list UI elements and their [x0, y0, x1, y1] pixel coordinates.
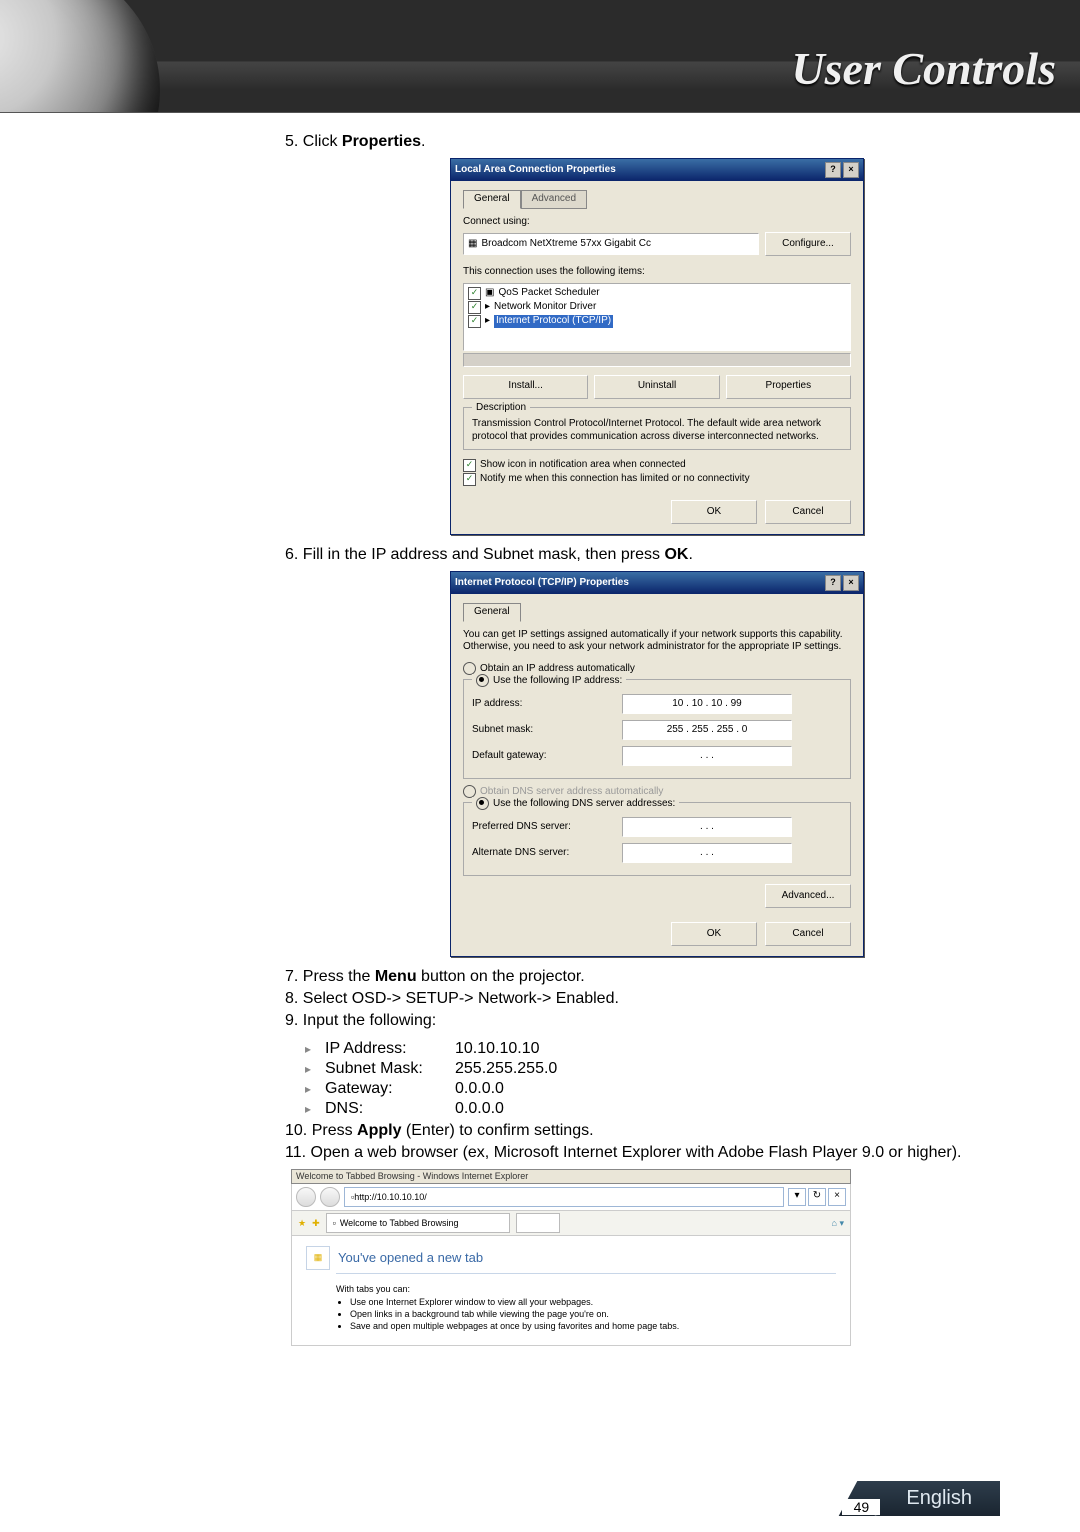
- new-tab-heading: You've opened a new tab: [336, 1250, 836, 1266]
- cancel-button[interactable]: Cancel: [765, 500, 851, 524]
- description-text: Transmission Control Protocol/Internet P…: [472, 418, 842, 443]
- help-icon[interactable]: ?: [825, 575, 841, 591]
- arrow-icon: ▸: [305, 1042, 319, 1057]
- pdns-label: Preferred DNS server:: [472, 821, 622, 834]
- back-button[interactable]: [296, 1187, 316, 1207]
- ie-page: ▦ You've opened a new tab With tabs you …: [291, 1236, 851, 1345]
- ip-label: IP address:: [472, 698, 622, 711]
- gateway-label: Default gateway:: [472, 750, 622, 763]
- step-5: 5. Click Properties.: [285, 132, 1005, 152]
- arrow-icon: ▸: [305, 1062, 319, 1077]
- radio-use-ip[interactable]: [476, 674, 489, 687]
- bullet-item: Use one Internet Explorer window to view…: [350, 1297, 836, 1308]
- install-button[interactable]: Install...: [463, 375, 588, 399]
- properties-button[interactable]: Properties: [726, 375, 851, 399]
- tab-advanced[interactable]: Advanced: [521, 190, 587, 209]
- step-7: 7. Press the Menu button on the projecto…: [285, 967, 1005, 987]
- mask-input[interactable]: 255 . 255 . 255 . 0: [622, 720, 792, 740]
- tab-general[interactable]: General: [463, 190, 521, 209]
- dialog-titlebar: Internet Protocol (TCP/IP) Properties ? …: [451, 572, 863, 594]
- step-8: 8. Select OSD-> SETUP-> Network-> Enable…: [285, 989, 1005, 1009]
- language-badge: English: [866, 1481, 1000, 1516]
- tab-illustration-icon: ▦: [306, 1246, 330, 1270]
- connect-using-label: Connect using:: [463, 216, 851, 229]
- dialog-title: Internet Protocol (TCP/IP) Properties: [455, 577, 629, 590]
- arrow-icon: ▸: [305, 1082, 319, 1097]
- gateway-input[interactable]: . . .: [622, 746, 792, 766]
- checkbox-row[interactable]: ✓ Notify me when this connection has lim…: [463, 472, 851, 486]
- tcpip-properties-dialog: Internet Protocol (TCP/IP) Properties ? …: [450, 571, 864, 957]
- checkbox-on[interactable]: ✓: [468, 287, 481, 300]
- step-10: 10. Press Apply (Enter) to confirm setti…: [285, 1121, 1005, 1141]
- list-item[interactable]: ✓ ▸ Internet Protocol (TCP/IP): [468, 315, 846, 329]
- page-footer: 49 English: [842, 1481, 1000, 1516]
- help-icon[interactable]: ?: [825, 162, 841, 178]
- tab-general[interactable]: General: [463, 603, 521, 622]
- list-item[interactable]: ✓ ▣ QoS Packet Scheduler: [468, 287, 846, 301]
- favorites-icon[interactable]: ★: [298, 1218, 306, 1229]
- browser-tab[interactable]: ▫ Welcome to Tabbed Browsing: [326, 1213, 510, 1233]
- checkbox-on[interactable]: ✓: [463, 459, 476, 472]
- ip-input[interactable]: 10 . 10 . 10 . 99: [622, 694, 792, 714]
- refresh-icon[interactable]: ↻: [808, 1188, 826, 1206]
- list-item[interactable]: ✓ ▸ Network Monitor Driver: [468, 301, 846, 315]
- step-11: 11. Open a web browser (ex, Microsoft In…: [285, 1143, 1005, 1163]
- nic-icon: ▦: [468, 238, 477, 251]
- address-bar[interactable]: ▫ http://10.10.10.10/: [344, 1187, 784, 1207]
- uses-items-label: This connection uses the following items…: [463, 266, 851, 279]
- page-icon: ▫: [333, 1218, 336, 1229]
- bullet-item: Save and open multiple webpages at once …: [350, 1321, 836, 1332]
- dialog-titlebar: Local Area Connection Properties ? ×: [451, 159, 863, 181]
- page-number: 49: [842, 1499, 880, 1515]
- ok-button[interactable]: OK: [671, 922, 757, 946]
- content-area: 5. Click Properties. Local Area Connecti…: [285, 130, 1005, 1346]
- intro-text: You can get IP settings assigned automat…: [463, 629, 851, 654]
- adapter-field: ▦ Broadcom NetXtreme 57xx Gigabit Cc: [463, 233, 759, 255]
- close-icon[interactable]: ×: [843, 162, 859, 178]
- add-favorite-icon[interactable]: ✚: [312, 1218, 320, 1229]
- description-group: Description Transmission Control Protoco…: [463, 407, 851, 451]
- uninstall-button[interactable]: Uninstall: [594, 375, 719, 399]
- stop-icon[interactable]: ×: [828, 1188, 846, 1206]
- page-header: User Controls: [0, 0, 1080, 113]
- ie-titlebar: Welcome to Tabbed Browsing - Windows Int…: [291, 1169, 851, 1184]
- adns-label: Alternate DNS server:: [472, 847, 622, 860]
- radio-use-dns[interactable]: [476, 797, 489, 810]
- bullet-item: Open links in a background tab while vie…: [350, 1309, 836, 1320]
- advanced-button[interactable]: Advanced...: [765, 884, 851, 908]
- ok-button[interactable]: OK: [671, 500, 757, 524]
- page-title: User Controls: [791, 42, 1056, 95]
- new-tab-button[interactable]: [516, 1213, 560, 1233]
- step-9: 9. Input the following:: [285, 1011, 1005, 1031]
- network-values: ▸IP Address:10.10.10.10 ▸Subnet Mask:255…: [305, 1039, 1005, 1119]
- radio-auto-dns: Obtain DNS server address automatically: [463, 785, 851, 799]
- dialog-title: Local Area Connection Properties: [455, 164, 616, 177]
- header-decoration: [0, 0, 220, 112]
- lan-properties-dialog: Local Area Connection Properties ? × Gen…: [450, 158, 864, 535]
- arrow-icon: ▸: [305, 1102, 319, 1117]
- configure-button[interactable]: Configure...: [765, 232, 851, 256]
- protocol-icon: ▸: [485, 315, 490, 328]
- protocol-icon: ▸: [485, 301, 490, 314]
- checkbox-on[interactable]: ✓: [468, 301, 481, 314]
- service-icon: ▣: [485, 287, 494, 300]
- checkbox-on[interactable]: ✓: [468, 315, 481, 328]
- radio-auto-ip[interactable]: Obtain an IP address automatically: [463, 662, 851, 676]
- scrollbar-horizontal[interactable]: [463, 353, 851, 367]
- checkbox-row[interactable]: ✓ Show icon in notification area when co…: [463, 458, 851, 472]
- items-listbox[interactable]: ✓ ▣ QoS Packet Scheduler ✓ ▸ Network Mon…: [463, 283, 851, 351]
- home-icon[interactable]: ⌂ ▾: [832, 1218, 844, 1229]
- cancel-button[interactable]: Cancel: [765, 922, 851, 946]
- mask-label: Subnet mask:: [472, 724, 622, 737]
- forward-button[interactable]: [320, 1187, 340, 1207]
- ie-window: Welcome to Tabbed Browsing - Windows Int…: [291, 1169, 851, 1346]
- checkbox-on[interactable]: ✓: [463, 473, 476, 486]
- pdns-input[interactable]: . . .: [622, 817, 792, 837]
- step-6: 6. Fill in the IP address and Subnet mas…: [285, 545, 1005, 565]
- adns-input[interactable]: . . .: [622, 843, 792, 863]
- tabs-you-can: With tabs you can:: [336, 1284, 836, 1295]
- dropdown-icon[interactable]: ▾: [788, 1188, 806, 1206]
- close-icon[interactable]: ×: [843, 575, 859, 591]
